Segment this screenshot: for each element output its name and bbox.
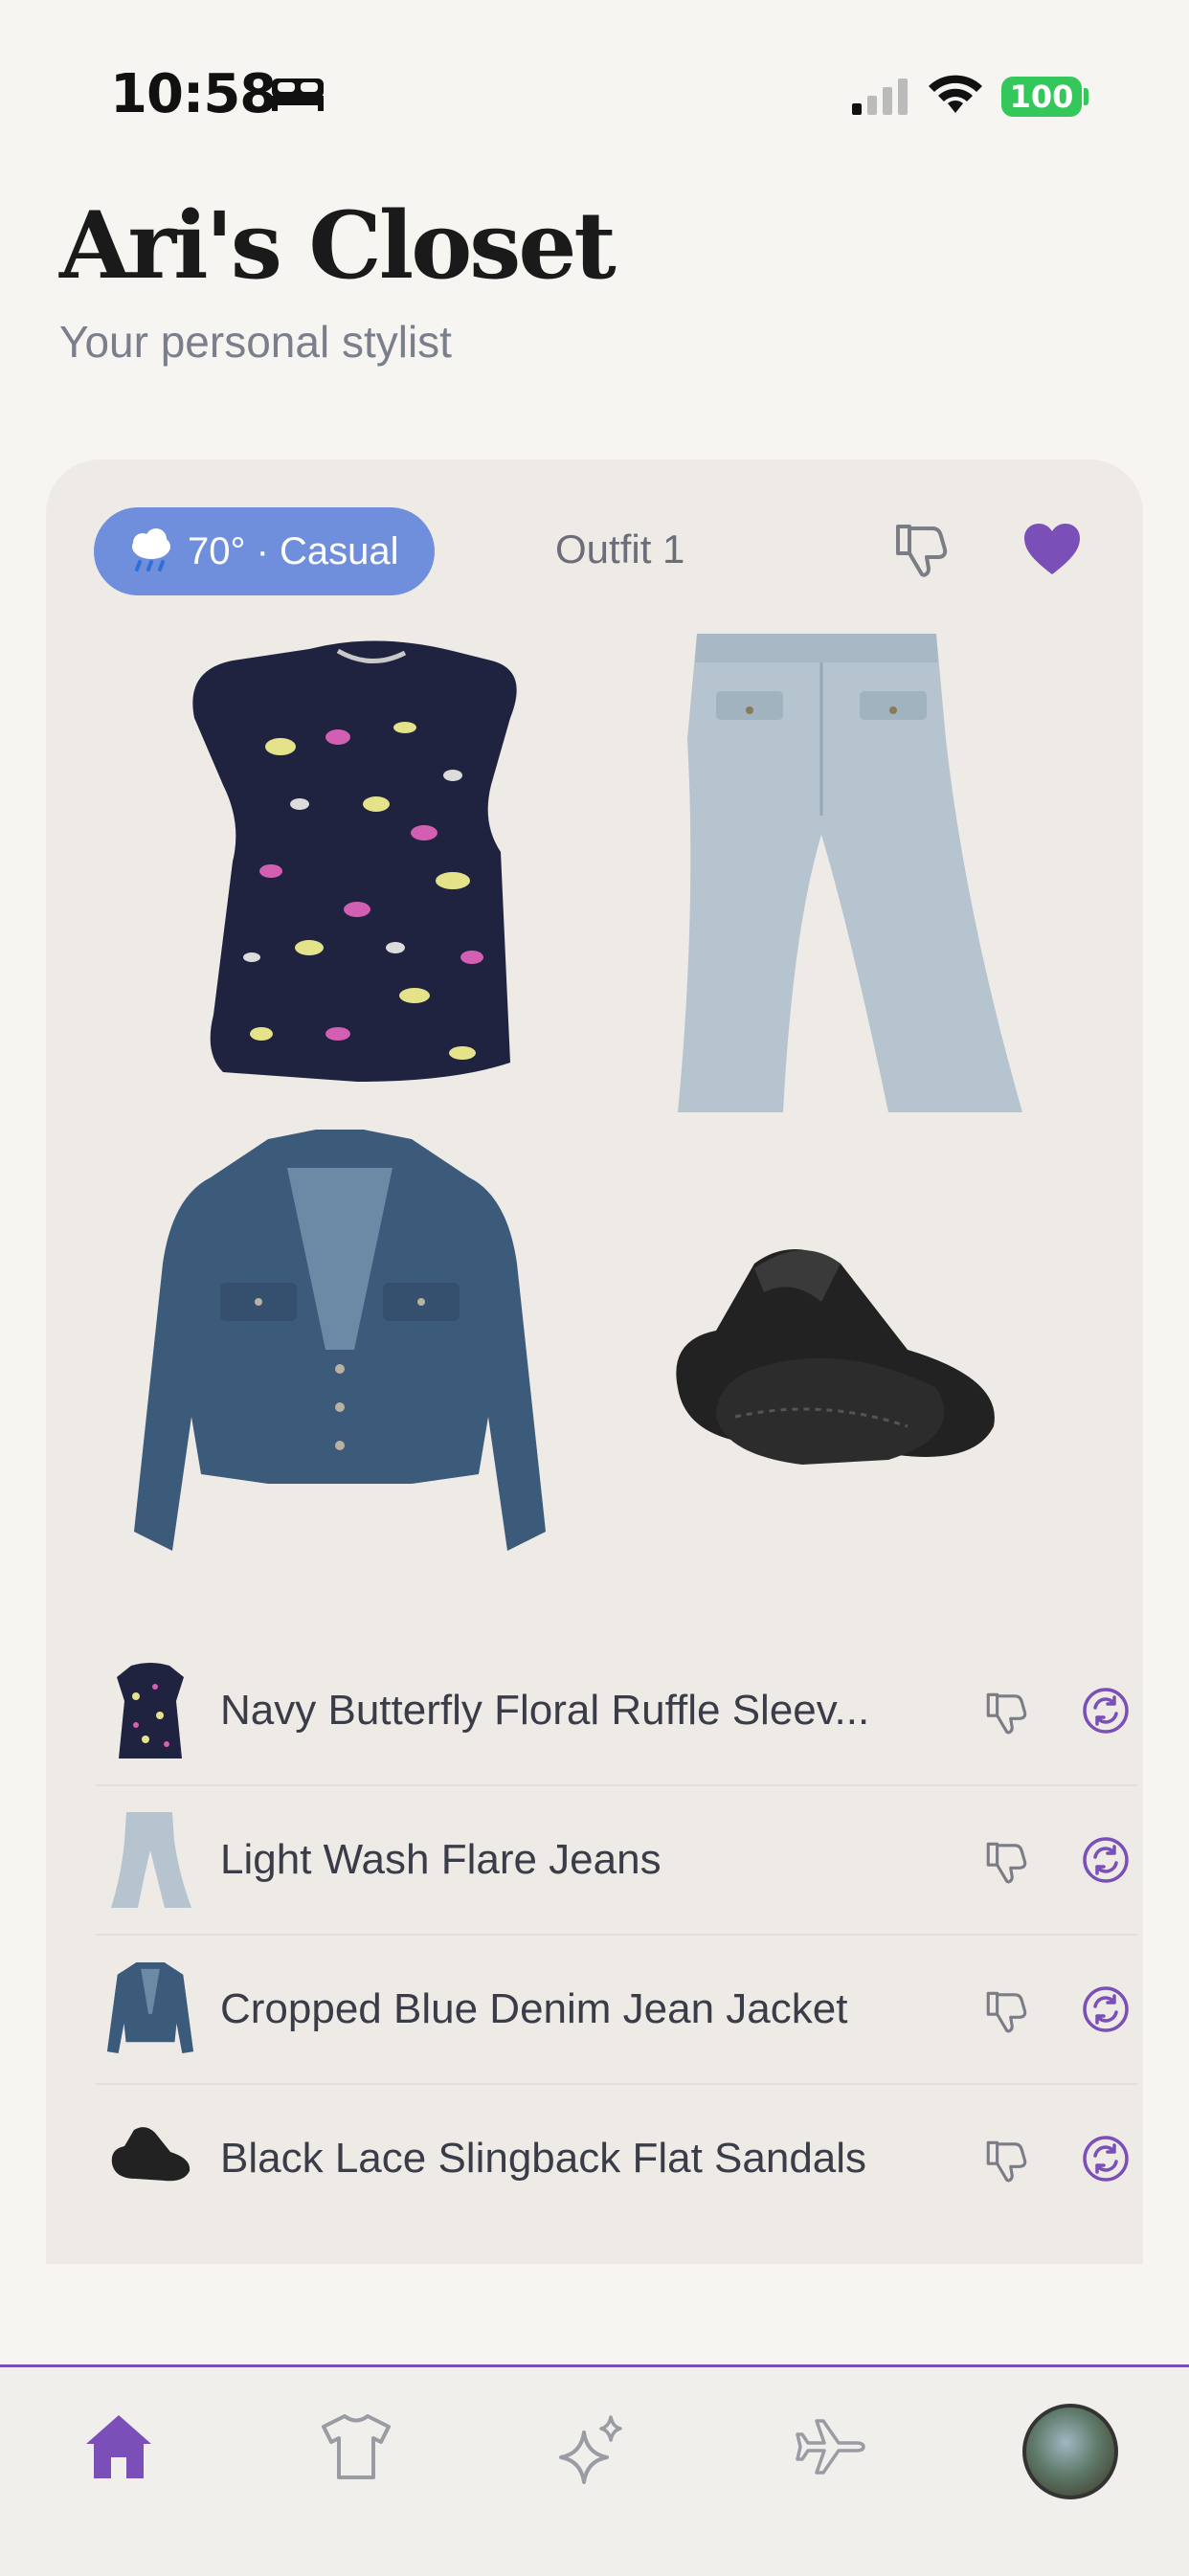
list-item[interactable]: Light Wash Flare Jeans xyxy=(96,1786,1137,1936)
outfit-item-list: Navy Butterfly Floral Ruffle Sleev... Li… xyxy=(96,1637,1137,2232)
swap-icon[interactable] xyxy=(1082,1836,1130,1884)
page-subtitle: Your personal stylist xyxy=(59,317,452,367)
wifi-icon xyxy=(929,75,982,113)
page-title: Ari's Closet xyxy=(59,191,617,300)
item-thumbnail xyxy=(103,1807,197,1913)
swap-icon[interactable] xyxy=(1082,1985,1130,2033)
list-item[interactable]: Cropped Blue Denim Jean Jacket xyxy=(96,1936,1137,2085)
list-item[interactable]: Navy Butterfly Floral Ruffle Sleev... xyxy=(96,1637,1137,1786)
battery-indicator: 100 xyxy=(1001,77,1082,117)
thumbs-down-icon[interactable] xyxy=(982,1987,1030,2035)
item-thumbnail xyxy=(103,1658,197,1763)
thumbs-down-icon[interactable] xyxy=(982,1689,1030,1736)
item-thumbnail xyxy=(103,2106,197,2211)
sandals-image[interactable] xyxy=(649,1225,1022,1512)
profile-avatar[interactable] xyxy=(1022,2404,1118,2499)
bed-icon xyxy=(272,78,324,111)
item-name: Light Wash Flare Jeans xyxy=(220,1836,662,1883)
outfit-card: 70° · Casual Outfit 1 Navy Butterfly Flo… xyxy=(46,459,1143,2264)
rain-cloud-icon xyxy=(132,528,170,571)
cellular-signal-icon xyxy=(852,78,908,115)
weather-label: 70° · Casual xyxy=(188,529,399,572)
outfit-label: Outfit 1 xyxy=(555,526,685,571)
tshirt-icon[interactable] xyxy=(322,2413,391,2480)
swap-icon[interactable] xyxy=(1082,2135,1130,2183)
weather-pill[interactable]: 70° · Casual xyxy=(94,507,435,595)
thumbs-down-icon[interactable] xyxy=(982,2137,1030,2184)
jeans-image[interactable] xyxy=(639,624,1061,1122)
list-item[interactable]: Black Lace Slingback Flat Sandals xyxy=(96,2085,1137,2232)
item-name: Cropped Blue Denim Jean Jacket xyxy=(220,1985,848,2032)
blouse-image[interactable] xyxy=(166,632,587,1110)
home-icon[interactable] xyxy=(84,2413,153,2480)
sparkles-icon[interactable] xyxy=(553,2413,630,2490)
item-thumbnail xyxy=(103,1957,197,2062)
airplane-icon[interactable] xyxy=(795,2413,867,2480)
status-time: 10:58 xyxy=(110,63,277,125)
denim-jacket-image[interactable] xyxy=(124,1130,555,1589)
thumbs-down-icon[interactable] xyxy=(982,1838,1030,1886)
heart-icon[interactable] xyxy=(1022,523,1082,576)
item-name: Black Lace Slingback Flat Sandals xyxy=(220,2135,867,2182)
thumbs-down-icon[interactable] xyxy=(890,519,952,580)
bottom-nav xyxy=(0,2364,1189,2576)
battery-tip xyxy=(1084,88,1088,105)
swap-icon[interactable] xyxy=(1082,1687,1130,1735)
item-name: Navy Butterfly Floral Ruffle Sleev... xyxy=(220,1687,870,1734)
status-bar: 10:58 100 xyxy=(0,0,1189,144)
